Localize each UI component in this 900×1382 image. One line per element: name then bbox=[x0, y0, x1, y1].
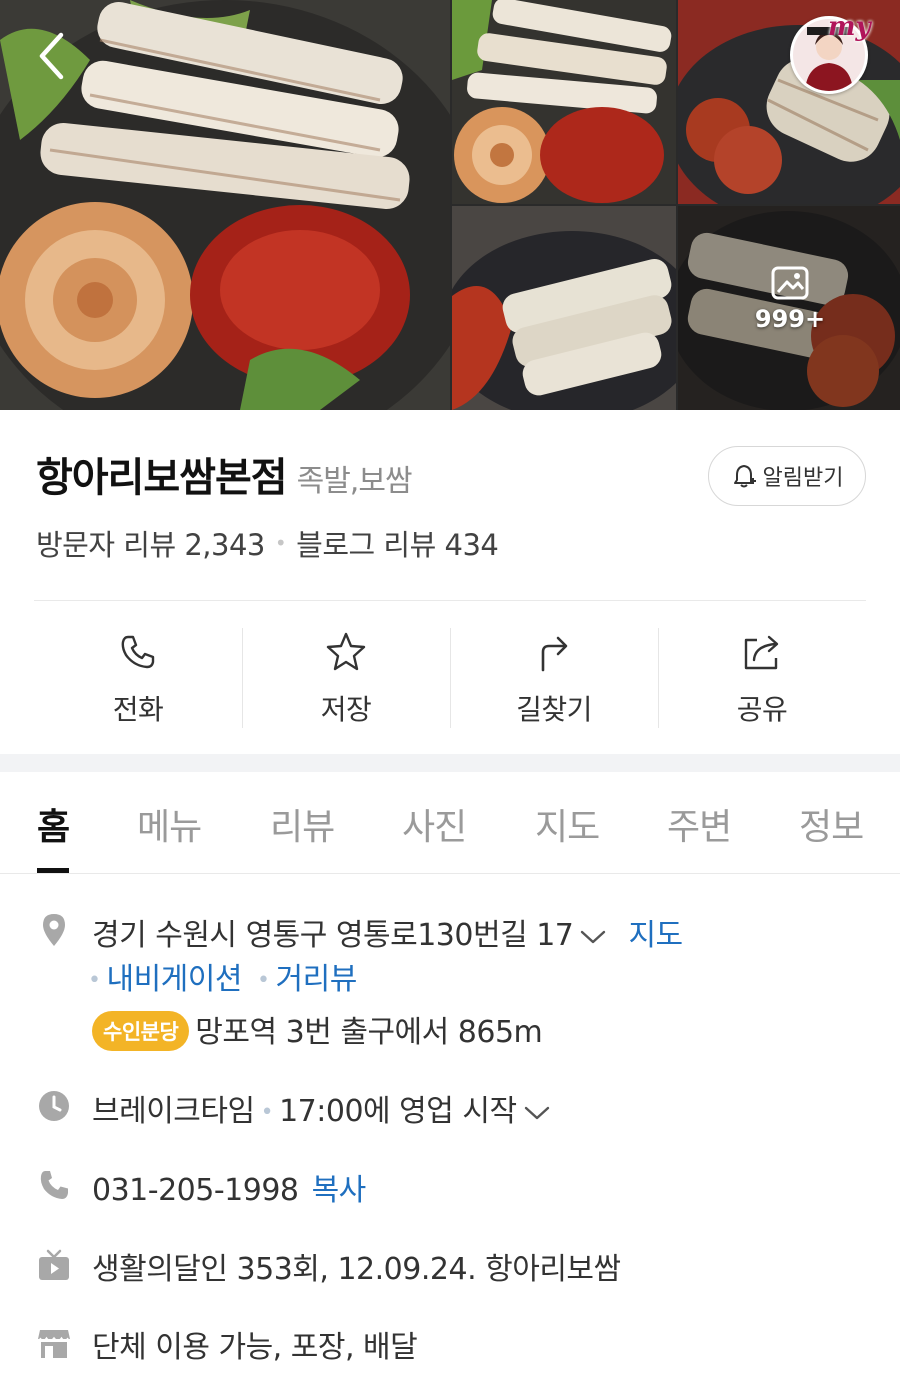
facilities-text: 단체 이용 가능, 포장, 배달 bbox=[92, 1330, 418, 1365]
separator-dot: • bbox=[260, 1100, 274, 1125]
tab-nearby[interactable]: 주변 bbox=[667, 798, 732, 850]
photo-gallery: my 999+ bbox=[0, 0, 900, 410]
avatar-badge: my bbox=[828, 12, 871, 42]
blog-review-link[interactable]: 블로그 리뷰 434 bbox=[296, 522, 499, 564]
tv-icon bbox=[36, 1247, 72, 1283]
more-photos-count: 999+ bbox=[754, 305, 826, 333]
call-button[interactable]: 전화 bbox=[34, 628, 242, 728]
visitor-review-link[interactable]: 방문자 리뷰 2,343 bbox=[36, 522, 265, 564]
directions-button[interactable]: 길찾기 bbox=[450, 628, 658, 728]
hours-row[interactable]: 브레이크타임 • 17:00에 영업 시작 bbox=[92, 1086, 551, 1130]
separator-dot: • bbox=[274, 531, 287, 555]
hours-detail: 17:00에 영업 시작 bbox=[279, 1094, 517, 1129]
review-summary: 방문자 리뷰 2,343 • 블로그 리뷰 434 bbox=[36, 522, 499, 564]
alarm-label: 알림받기 bbox=[762, 466, 844, 491]
gallery-photo[interactable] bbox=[452, 206, 676, 410]
phone-row: 031-205-1998 복사 bbox=[92, 1165, 366, 1209]
subway-directions: 망포역 3번 출구에서 865m bbox=[195, 1015, 543, 1050]
place-title-row: 항아리보쌈본점 족발,보쌈 bbox=[36, 445, 413, 503]
address-row: 경기 수원시 영통구 영통로130번길 17 지도 bbox=[92, 910, 683, 954]
facilities-row: 단체 이용 가능, 포장, 배달 bbox=[92, 1322, 418, 1366]
active-tab-indicator bbox=[37, 868, 69, 873]
tab-home[interactable]: 홈 bbox=[37, 798, 70, 850]
save-button[interactable]: 저장 bbox=[242, 628, 450, 728]
hours-status: 브레이크타임 bbox=[92, 1094, 255, 1129]
subway-line-badge: 수인분당 bbox=[92, 1010, 190, 1051]
chevron-left-icon bbox=[39, 32, 64, 80]
share-icon bbox=[744, 635, 779, 670]
place-name: 항아리보쌈본점 bbox=[36, 455, 288, 501]
tv-appearance: 생활의달인 353회, 12.09.24. 항아리보쌈 bbox=[92, 1252, 621, 1287]
call-label: 전화 bbox=[112, 693, 164, 726]
tab-info[interactable]: 정보 bbox=[799, 798, 864, 850]
clock-icon bbox=[36, 1088, 72, 1124]
chevron-down-icon[interactable] bbox=[523, 1104, 551, 1122]
tab-menu[interactable]: 메뉴 bbox=[137, 798, 202, 850]
more-photos-button[interactable]: 999+ bbox=[740, 265, 840, 333]
place-category: 족발,보쌈 bbox=[296, 464, 413, 499]
store-icon bbox=[36, 1325, 72, 1361]
address-text[interactable]: 경기 수원시 영통구 영통로130번길 17 bbox=[92, 918, 574, 953]
tab-photos[interactable]: 사진 bbox=[402, 798, 467, 850]
directions-icon bbox=[541, 636, 568, 672]
tv-row: 생활의달인 353회, 12.09.24. 항아리보쌈 bbox=[92, 1244, 621, 1288]
phone-icon bbox=[121, 635, 155, 669]
subway-row: 수인분당 망포역 3번 출구에서 865m bbox=[92, 1007, 543, 1054]
save-label: 저장 bbox=[320, 693, 372, 726]
separator-dot: • bbox=[88, 968, 101, 993]
copy-button[interactable]: 복사 bbox=[312, 1173, 367, 1208]
section-divider bbox=[0, 754, 900, 772]
alarm-button[interactable]: 알림받기 bbox=[708, 446, 866, 506]
tab-map[interactable]: 지도 bbox=[535, 798, 600, 850]
phone-number[interactable]: 031-205-1998 bbox=[92, 1173, 299, 1208]
chevron-down-icon[interactable] bbox=[579, 928, 607, 946]
image-icon bbox=[771, 266, 809, 300]
action-bar: 전화 저장 길찾기 공유 bbox=[34, 628, 866, 728]
share-button[interactable]: 공유 bbox=[658, 628, 866, 728]
navigation-link[interactable]: 내비게이션 bbox=[106, 962, 242, 997]
star-icon bbox=[326, 632, 366, 671]
divider bbox=[34, 600, 866, 601]
back-button[interactable] bbox=[26, 28, 76, 84]
address-links-row: • 내비게이션 • 거리뷰 bbox=[88, 954, 358, 998]
directions-label: 길찾기 bbox=[516, 693, 592, 726]
phone-icon bbox=[36, 1167, 72, 1203]
map-link[interactable]: 지도 bbox=[628, 918, 683, 953]
streetview-link[interactable]: 거리뷰 bbox=[276, 962, 358, 997]
bell-icon bbox=[733, 465, 756, 488]
share-label: 공유 bbox=[736, 693, 788, 726]
tab-reviews[interactable]: 리뷰 bbox=[270, 798, 335, 850]
gallery-photo[interactable] bbox=[452, 0, 676, 204]
separator-dot: • bbox=[257, 968, 270, 993]
location-pin-icon bbox=[36, 912, 72, 948]
tab-bar: 홈 메뉴 리뷰 사진 지도 주변 정보 bbox=[0, 772, 900, 874]
